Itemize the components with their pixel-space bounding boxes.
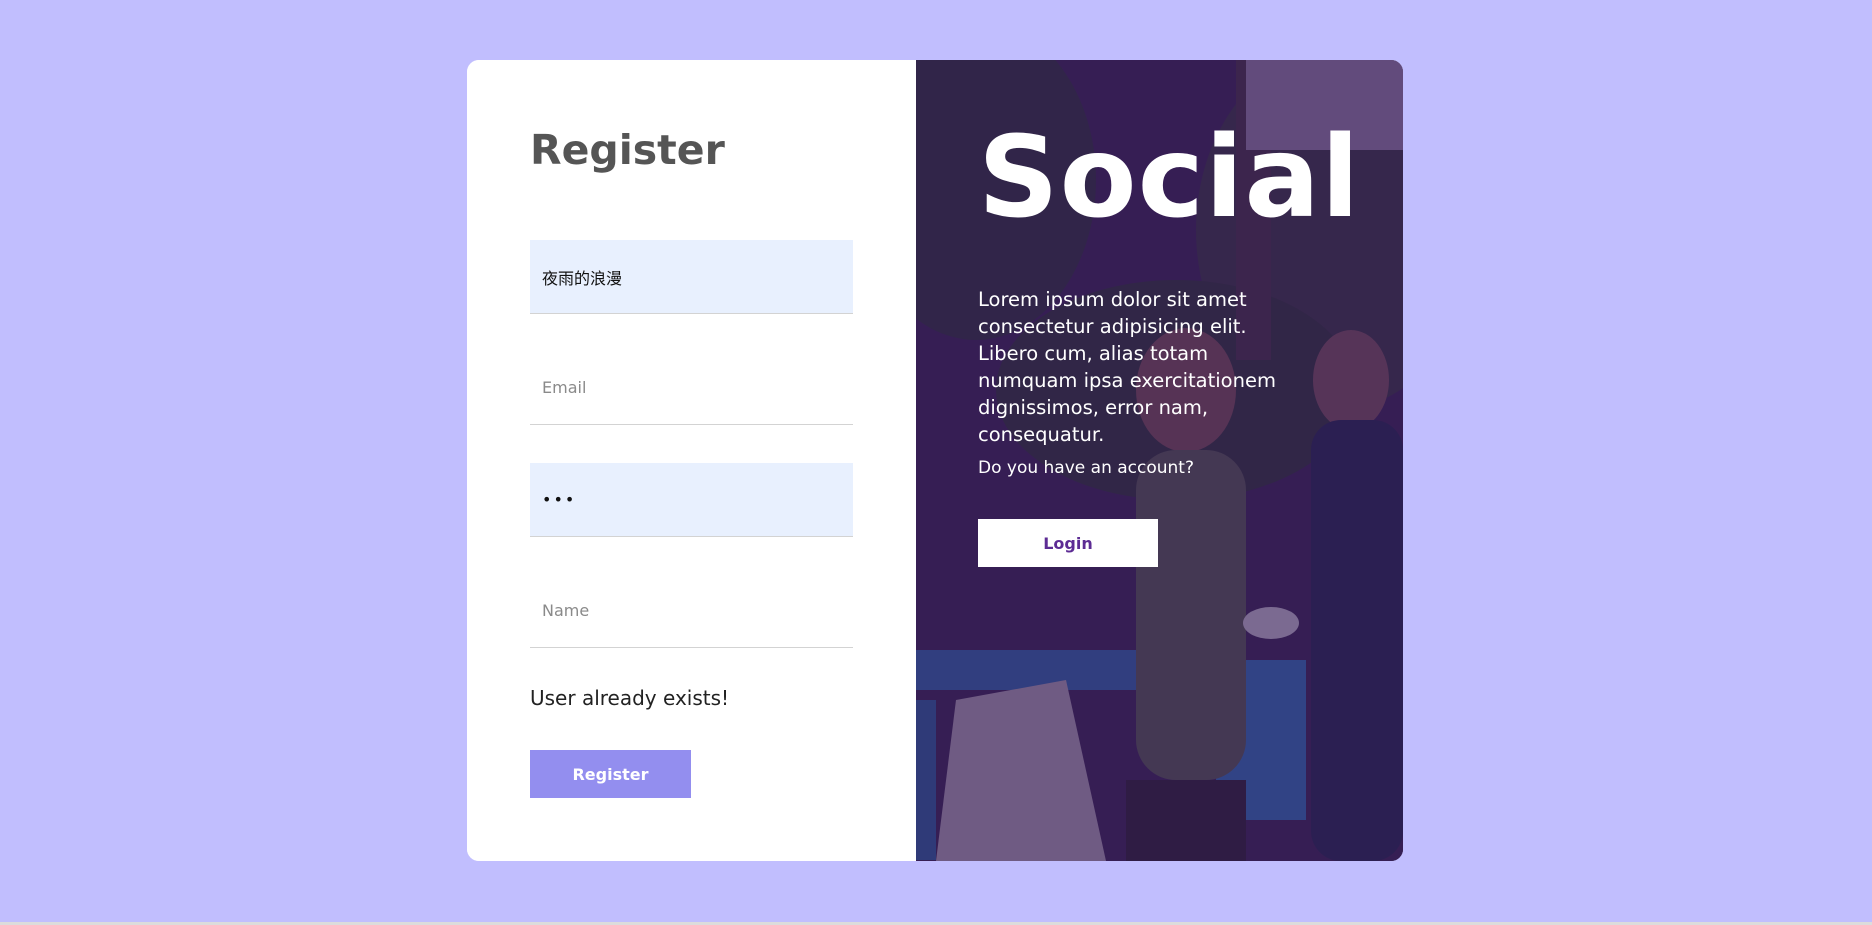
register-form: Register User already exists! Register bbox=[530, 60, 853, 861]
password-input[interactable] bbox=[530, 463, 853, 537]
social-title: Social bbox=[978, 113, 1361, 243]
social-description: Lorem ipsum dolor sit amet consectetur a… bbox=[978, 288, 1276, 446]
email-input[interactable] bbox=[530, 351, 853, 425]
login-button[interactable]: Login bbox=[978, 519, 1158, 567]
name-input[interactable] bbox=[530, 574, 853, 648]
auth-card: Register User already exists! Register bbox=[467, 60, 1403, 861]
register-title: Register bbox=[530, 126, 725, 174]
register-panel: Register User already exists! Register bbox=[467, 60, 916, 861]
social-panel: Social Lorem ipsum dolor sit amet consec… bbox=[916, 60, 1403, 861]
error-message: User already exists! bbox=[530, 686, 730, 710]
username-input[interactable] bbox=[530, 240, 853, 314]
account-question: Do you have an account? bbox=[978, 458, 1194, 478]
page-background: Register User already exists! Register bbox=[0, 0, 1872, 925]
register-button[interactable]: Register bbox=[530, 750, 691, 798]
social-content: Social Lorem ipsum dolor sit amet consec… bbox=[978, 60, 1363, 861]
